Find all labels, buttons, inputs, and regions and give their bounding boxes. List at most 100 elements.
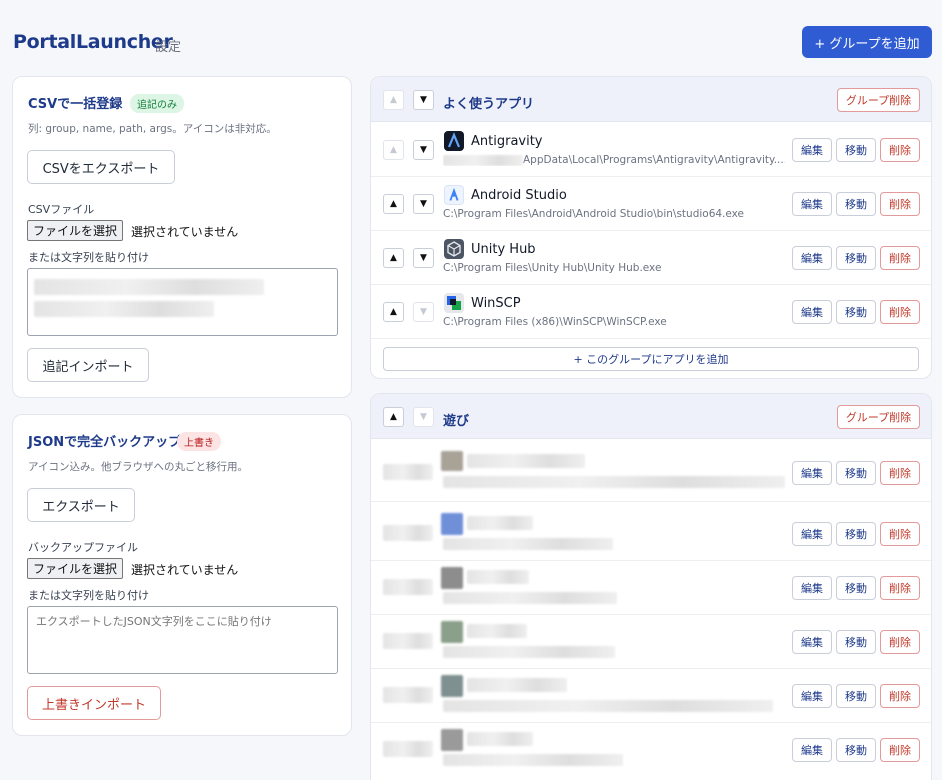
app-move-button[interactable]: 移動 [836,684,876,708]
json-export-button[interactable]: エクスポート [27,488,135,522]
app-row-redacted: 編集 移動 削除 [371,723,931,777]
app-move-button[interactable]: 移動 [836,630,876,654]
app-delete-button[interactable]: 削除 [880,246,920,270]
redacted-text [34,301,214,317]
app-move-down-button[interactable]: ▼ [413,302,434,322]
app-move-button[interactable]: 移動 [836,246,876,270]
redacted-icon [441,513,463,535]
app-move-up-button[interactable]: ▲ [383,140,404,160]
app-delete-button[interactable]: 削除 [880,630,920,654]
app-move-down-button[interactable]: ▼ [413,140,434,160]
csv-append-import-button[interactable]: 追記インポート [27,348,149,382]
app-delete-button[interactable]: 削除 [880,461,920,485]
app-move-button[interactable]: 移動 [836,576,876,600]
redacted-icon [441,675,463,697]
app-edit-button[interactable]: 編集 [792,576,832,600]
csv-export-button[interactable]: CSVをエクスポート [27,150,175,184]
winscp-icon [444,293,464,313]
overwrite-import-button[interactable]: 上書きインポート [27,686,161,720]
add-app-to-group-button[interactable]: + このグループにアプリを追加 [383,347,919,371]
antigravity-icon [444,131,464,151]
app-title: PortalLauncher [13,31,173,53]
app-move-up-button[interactable]: ▲ [383,302,404,322]
redacted-name [467,624,527,638]
app-row-redacted: 編集 移動 削除 [371,561,931,615]
redacted-icon [441,451,463,471]
app-edit-button[interactable]: 編集 [792,192,832,216]
app-move-button[interactable]: 移動 [836,461,876,485]
append-only-badge: 追記のみ [130,94,184,113]
app-delete-button[interactable]: 削除 [880,522,920,546]
app-delete-button[interactable]: 削除 [880,192,920,216]
group-header: ▲ ▼ 遊び グループ削除 [371,394,931,439]
app-move-down-button[interactable]: ▼ [413,248,434,268]
backup-file-chooser[interactable]: ファイルを選択 [27,558,124,579]
csv-file-chooser[interactable]: ファイルを選択 [27,220,124,241]
app-row-redacted: 編集 移動 削除 [371,507,931,561]
app-move-down-button[interactable]: ▼ [413,194,434,214]
app-path: AppData\Local\Programs\Antigravity\Antig… [443,154,785,166]
redacted-name [467,732,533,746]
app-name: Android Studio [471,188,567,203]
app-move-up-button[interactable]: ▲ [383,194,404,214]
app-edit-button[interactable]: 編集 [792,138,832,162]
app-edit-button[interactable]: 編集 [792,522,832,546]
app-edit-button[interactable]: 編集 [792,300,832,324]
backup-file-label: バックアップファイル [28,541,138,554]
app-row-redacted: 編集 移動 削除 [371,615,931,669]
app-move-button[interactable]: 移動 [836,738,876,762]
backup-file-status: 選択されていません [131,563,239,577]
app-move-button[interactable]: 移動 [836,300,876,324]
csv-file-status: 選択されていません [131,225,239,239]
csv-text-input[interactable] [27,268,338,336]
add-group-button[interactable]: + グループを追加 [802,26,932,58]
page-subtitle: 設定 [155,40,182,55]
redacted-arrows [383,633,433,649]
app-delete-button[interactable]: 削除 [880,138,920,162]
group-name: よく使うアプリ [443,97,535,112]
redacted-text [34,279,264,295]
group-header: ▲ ▼ よく使うアプリ グループ削除 [371,77,931,122]
android-studio-icon [444,185,464,205]
overwrite-badge: 上書き [177,432,221,451]
app-edit-button[interactable]: 編集 [792,246,832,270]
app-delete-button[interactable]: 削除 [880,684,920,708]
redacted-name [467,678,567,692]
app-name: Unity Hub [471,242,536,257]
group-move-down-button[interactable]: ▼ [413,407,434,427]
redacted-arrows [383,464,433,480]
group-move-up-button[interactable]: ▲ [383,90,404,110]
json-paste-label: または文字列を貼り付け [28,589,149,602]
redacted-name [467,570,529,584]
app-move-button[interactable]: 移動 [836,138,876,162]
redacted-path [443,592,617,604]
app-edit-button[interactable]: 編集 [792,684,832,708]
redacted-text [443,154,523,166]
redacted-path [443,754,623,766]
header: PortalLauncher 設定 + グループを追加 [0,0,942,76]
app-row-redacted: 編集 移動 削除 [371,669,931,723]
app-edit-button[interactable]: 編集 [792,461,832,485]
json-text-input[interactable] [27,606,338,674]
redacted-name [467,454,585,468]
group-delete-button[interactable]: グループ削除 [837,405,920,429]
app-row: ▲ ▼ Antigravity AppData\Local\Programs\A… [371,123,931,177]
group-move-down-button[interactable]: ▼ [413,90,434,110]
app-edit-button[interactable]: 編集 [792,630,832,654]
app-delete-button[interactable]: 削除 [880,300,920,324]
app-move-button[interactable]: 移動 [836,192,876,216]
app-delete-button[interactable]: 削除 [880,738,920,762]
group-panel-games: ▲ ▼ 遊び グループ削除 編集 移動 削除 編集 移動 削除 編集 移動 削除 [370,393,932,780]
json-backup-card: JSONで完全バックアップ 上書き アイコン込み。他ブラウザへの丸ごと移行用。 … [12,414,352,736]
json-card-description: アイコン込み。他ブラウザへの丸ごと移行用。 [28,461,248,473]
app-move-button[interactable]: 移動 [836,522,876,546]
app-edit-button[interactable]: 編集 [792,738,832,762]
app-move-up-button[interactable]: ▲ [383,248,404,268]
unity-hub-icon [444,239,464,259]
app-path: C:\Program Files (x86)\WinSCP\WinSCP.exe [443,316,667,328]
app-delete-button[interactable]: 削除 [880,576,920,600]
group-move-up-button[interactable]: ▲ [383,407,404,427]
group-delete-button[interactable]: グループ削除 [837,88,920,112]
redacted-arrows [383,579,433,595]
group-panel-favorites: ▲ ▼ よく使うアプリ グループ削除 ▲ ▼ Antigravity AppDa… [370,76,932,379]
